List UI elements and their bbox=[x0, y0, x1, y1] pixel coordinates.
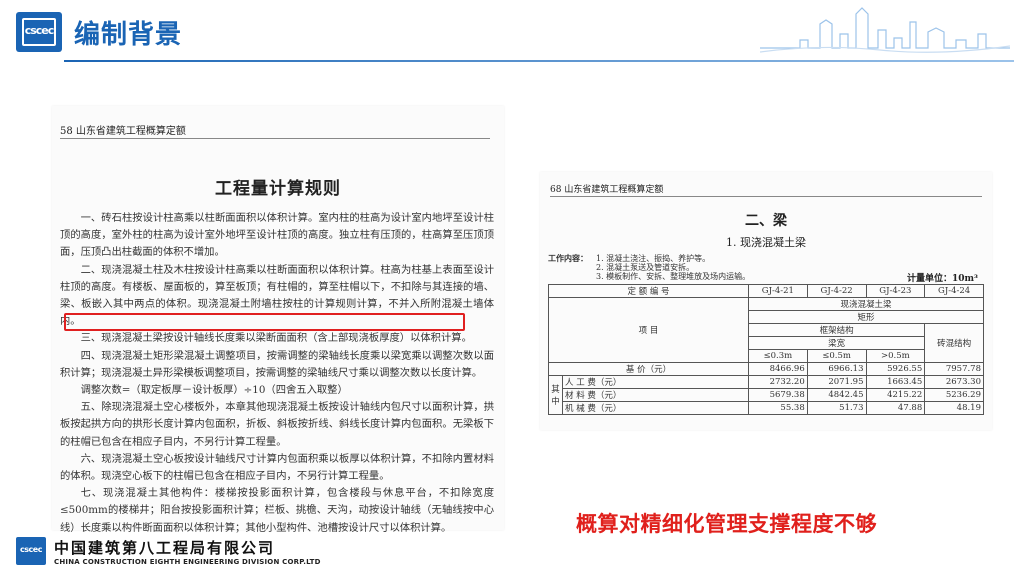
table-cell: GJ-4-24 bbox=[924, 284, 984, 298]
table-cell: 矩形 bbox=[748, 310, 984, 324]
table-cell: >0.5m bbox=[865, 349, 926, 363]
table-cell: 6966.13 bbox=[806, 361, 867, 376]
doc1-paragraph: 六、现浇混凝土空心板按设计轴线尺寸计算内包面积乘以板厚以体积计算，不扣除内置材料… bbox=[60, 452, 494, 483]
table-row: 其中 人 工 费（元） 2732.20 2071.95 1663.45 2673… bbox=[548, 374, 984, 415]
table-cell: 2071.95 bbox=[806, 374, 867, 389]
doc1-paragraph-highlighted: 三、现浇混凝土梁按设计轴线长度乘以梁断面面积（含上部现浇板厚度）以体积计算。 bbox=[80, 332, 472, 345]
work-item: 2. 混凝土泵送及管道安拆。 bbox=[596, 263, 695, 272]
slide-subtitle: 概算对精细化管理支撑程度不够 bbox=[576, 512, 877, 536]
doc1-paragraph: 五、除现浇混凝土空心楼板外，本章其他现浇混凝土板按设计轴线内包尺寸以面积计算，拱… bbox=[60, 401, 494, 448]
table-cell: 框架结构 bbox=[747, 323, 926, 337]
table-cell: 人 工 费（元） bbox=[562, 374, 749, 389]
doc1-paragraph: 一、砖石柱按设计柱高乘以柱断面面积以体积计算。室内柱的柱高为设计室内地坪至设计柱… bbox=[60, 212, 494, 259]
table-cell: 定 额 编 号 bbox=[548, 284, 749, 298]
logo-text: cscec bbox=[24, 24, 55, 37]
doc1-heading: 工程量计算规则 bbox=[215, 179, 341, 199]
table-cell: 项 目 bbox=[548, 297, 749, 363]
table-cell: 材 料 费（元） bbox=[562, 387, 749, 402]
doc1-header-rule bbox=[60, 138, 490, 139]
table-cell: 48.19 bbox=[924, 400, 984, 415]
table-cell: 8466.96 bbox=[748, 361, 808, 376]
table-cell: 55.38 bbox=[748, 400, 808, 415]
doc2-subsection-title: 1. 现浇混凝土梁 bbox=[726, 236, 806, 249]
quota-table: 定 额 编 号 GJ-4-21 GJ-4-22 GJ-4-23 GJ-4-24 … bbox=[548, 284, 984, 415]
table-cell: GJ-4-22 bbox=[806, 284, 867, 298]
table-cell: 机 械 费（元） bbox=[562, 400, 749, 415]
table-cell: 砖混结构 bbox=[924, 323, 984, 363]
highlight-box bbox=[64, 313, 465, 331]
table-cell: 2732.20 bbox=[748, 374, 808, 389]
company-name-cn: 中国建筑第八工程局有限公司 bbox=[54, 539, 276, 557]
doc1-paragraph: 四、现浇混凝土矩形梁混凝土调整项目，按需调整的梁轴线长度乘以梁宽乘以调整次数以面… bbox=[60, 349, 494, 379]
doc1-paragraph: 七、现浇混凝土其他构件：楼梯按投影面积计算，包含楼段与休息平台，不扣除宽度≤50… bbox=[60, 487, 494, 534]
doc2-section-title: 二、梁 bbox=[745, 213, 787, 229]
work-content-label: 工作内容： bbox=[548, 253, 588, 263]
table-cell: 7957.78 bbox=[924, 361, 984, 376]
table-cell: 5236.29 bbox=[924, 387, 984, 402]
doc2-header-rule bbox=[550, 196, 982, 197]
table-cell: 4215.22 bbox=[865, 387, 926, 402]
measurement-unit: 计量单位：10m³ bbox=[907, 274, 978, 284]
table-cell: 5926.55 bbox=[865, 361, 926, 376]
table-row: 定 额 编 号 GJ-4-21 GJ-4-22 GJ-4-23 GJ-4-24 bbox=[548, 284, 984, 298]
work-content: 工作内容： 1. 混凝土浇注、振捣、养护等。 2. 混凝土泵送及管道安拆。 3.… bbox=[548, 253, 751, 282]
work-item: 3. 模板制作、安拆、整理堆放及场内运输。 bbox=[596, 272, 751, 281]
table-cell: 1663.45 bbox=[865, 374, 926, 389]
table-cell: 现浇混凝土梁 bbox=[748, 297, 984, 311]
page-title: 编制背景 bbox=[74, 20, 183, 50]
table-cell: ≤0.3m bbox=[748, 349, 808, 363]
header-divider bbox=[64, 60, 1014, 62]
doc1-body: 一、砖石柱按设计柱高乘以柱断面面积以体积计算。室内柱的柱高为设计室内地坪至设计柱… bbox=[60, 210, 494, 537]
table-cell: 51.73 bbox=[806, 400, 867, 415]
table-cell: 47.88 bbox=[865, 400, 926, 415]
city-skyline-icon bbox=[760, 7, 1010, 53]
document-page-68: 68 山东省建筑工程概算定额 二、梁 1. 现浇混凝土梁 工作内容： 1. 混凝… bbox=[540, 172, 992, 430]
table-cell: 其中 bbox=[548, 374, 563, 415]
footer-logo: cscec bbox=[16, 537, 46, 565]
table-row: 材 料 费（元） 5679.38 4842.45 4215.22 5236.29 bbox=[549, 387, 984, 402]
company-name-en: CHINA CONSTRUCTION EIGHTH ENGINEERING DI… bbox=[54, 558, 321, 566]
company-logo: cscec bbox=[16, 12, 62, 52]
table-cell: 5679.38 bbox=[748, 387, 808, 402]
footer-logo-text: cscec bbox=[20, 545, 42, 554]
table-row: 机 械 费（元） 55.38 51.73 47.88 48.19 bbox=[549, 400, 984, 415]
table-cell: GJ-4-21 bbox=[748, 284, 808, 298]
table-cell: 梁宽 bbox=[747, 336, 926, 350]
table-cell: 基 价（元） bbox=[548, 361, 749, 376]
table-cell: ≤0.5m bbox=[806, 349, 867, 363]
work-item: 1. 混凝土浇注、振捣、养护等。 bbox=[596, 254, 711, 263]
header: cscec 编制背景 bbox=[0, 0, 1024, 70]
table-cell: GJ-4-23 bbox=[865, 284, 926, 298]
table-row: 项 目 现浇混凝土梁 bbox=[548, 297, 984, 363]
doc1-formula: 调整次数=（取定板厚－设计板厚）÷10（四舍五入取整） bbox=[80, 384, 348, 397]
table-cell: 4842.45 bbox=[806, 387, 867, 402]
table-cell: 2673.30 bbox=[924, 374, 984, 389]
table-row: 基 价（元） 8466.96 6966.13 5926.55 7957.78 bbox=[548, 361, 984, 376]
doc2-page-header: 68 山东省建筑工程概算定额 bbox=[550, 185, 664, 195]
doc1-page-header: 58 山东省建筑工程概算定额 bbox=[60, 126, 186, 137]
